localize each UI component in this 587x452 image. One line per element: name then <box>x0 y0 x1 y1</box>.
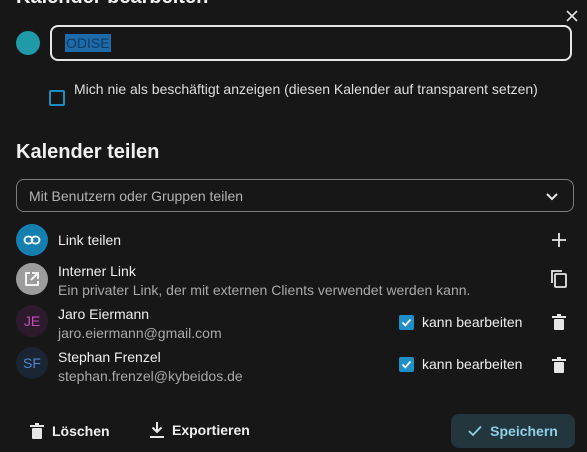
internal-link-description: Ein privater Link, der mit externen Clie… <box>58 282 471 298</box>
close-icon <box>566 10 578 22</box>
user-name: Jaro Eiermann <box>58 306 150 322</box>
save-button[interactable]: Speichern <box>451 414 575 448</box>
user-name: Stephan Frenzel <box>58 349 161 365</box>
user-email: jaro.eiermann@gmail.com <box>58 325 222 341</box>
remove-share-button[interactable] <box>549 312 569 332</box>
export-button[interactable]: Exportieren <box>150 422 250 438</box>
plus-icon <box>552 233 566 247</box>
copy-link-button[interactable] <box>548 268 570 290</box>
calendar-name-value: ODISE <box>65 34 111 52</box>
transparent-checkbox[interactable] <box>49 90 65 106</box>
can-edit-checkbox[interactable] <box>399 315 414 330</box>
add-link-button[interactable] <box>549 230 569 250</box>
trash-icon <box>552 314 566 330</box>
can-edit-checkbox[interactable] <box>399 357 414 372</box>
calendar-color-picker[interactable] <box>16 31 40 55</box>
delete-label: Löschen <box>52 423 110 439</box>
avatar: JE <box>16 305 48 337</box>
check-icon <box>401 360 412 369</box>
copy-icon <box>551 270 567 288</box>
chevron-down-icon <box>546 193 558 201</box>
internal-link-icon-badge <box>16 263 48 295</box>
permission-label: kann bearbeiten <box>422 356 523 372</box>
export-label: Exportieren <box>172 422 250 438</box>
save-label: Speichern <box>490 423 558 439</box>
check-icon <box>401 318 412 327</box>
link-share-icon-badge <box>16 224 48 256</box>
check-icon <box>468 425 482 437</box>
trash-icon <box>552 357 566 373</box>
user-email: stephan.frenzel@kybeidos.de <box>58 368 243 384</box>
dialog-title: Kalender bearbeiten <box>16 0 208 9</box>
share-with-select[interactable]: Mit Benutzern oder Gruppen teilen <box>16 179 574 212</box>
share-section-title: Kalender teilen <box>16 141 160 163</box>
link-share-label: Link teilen <box>58 232 122 248</box>
internal-link-title: Interner Link <box>58 263 136 279</box>
avatar-initials: SF <box>23 355 41 371</box>
link-icon <box>23 235 41 245</box>
download-icon <box>150 422 164 438</box>
remove-share-button[interactable] <box>549 355 569 375</box>
trash-icon <box>30 423 44 439</box>
calendar-name-input[interactable]: ODISE <box>50 25 572 61</box>
external-link-icon <box>25 272 39 286</box>
delete-button[interactable]: Löschen <box>30 423 110 439</box>
avatar: SF <box>16 347 48 379</box>
permission-label: kann bearbeiten <box>422 314 523 330</box>
transparent-label: Mich nie als beschäftigt anzeigen (diese… <box>74 81 538 97</box>
share-select-placeholder: Mit Benutzern oder Gruppen teilen <box>29 188 244 204</box>
avatar-initials: JE <box>23 313 41 329</box>
